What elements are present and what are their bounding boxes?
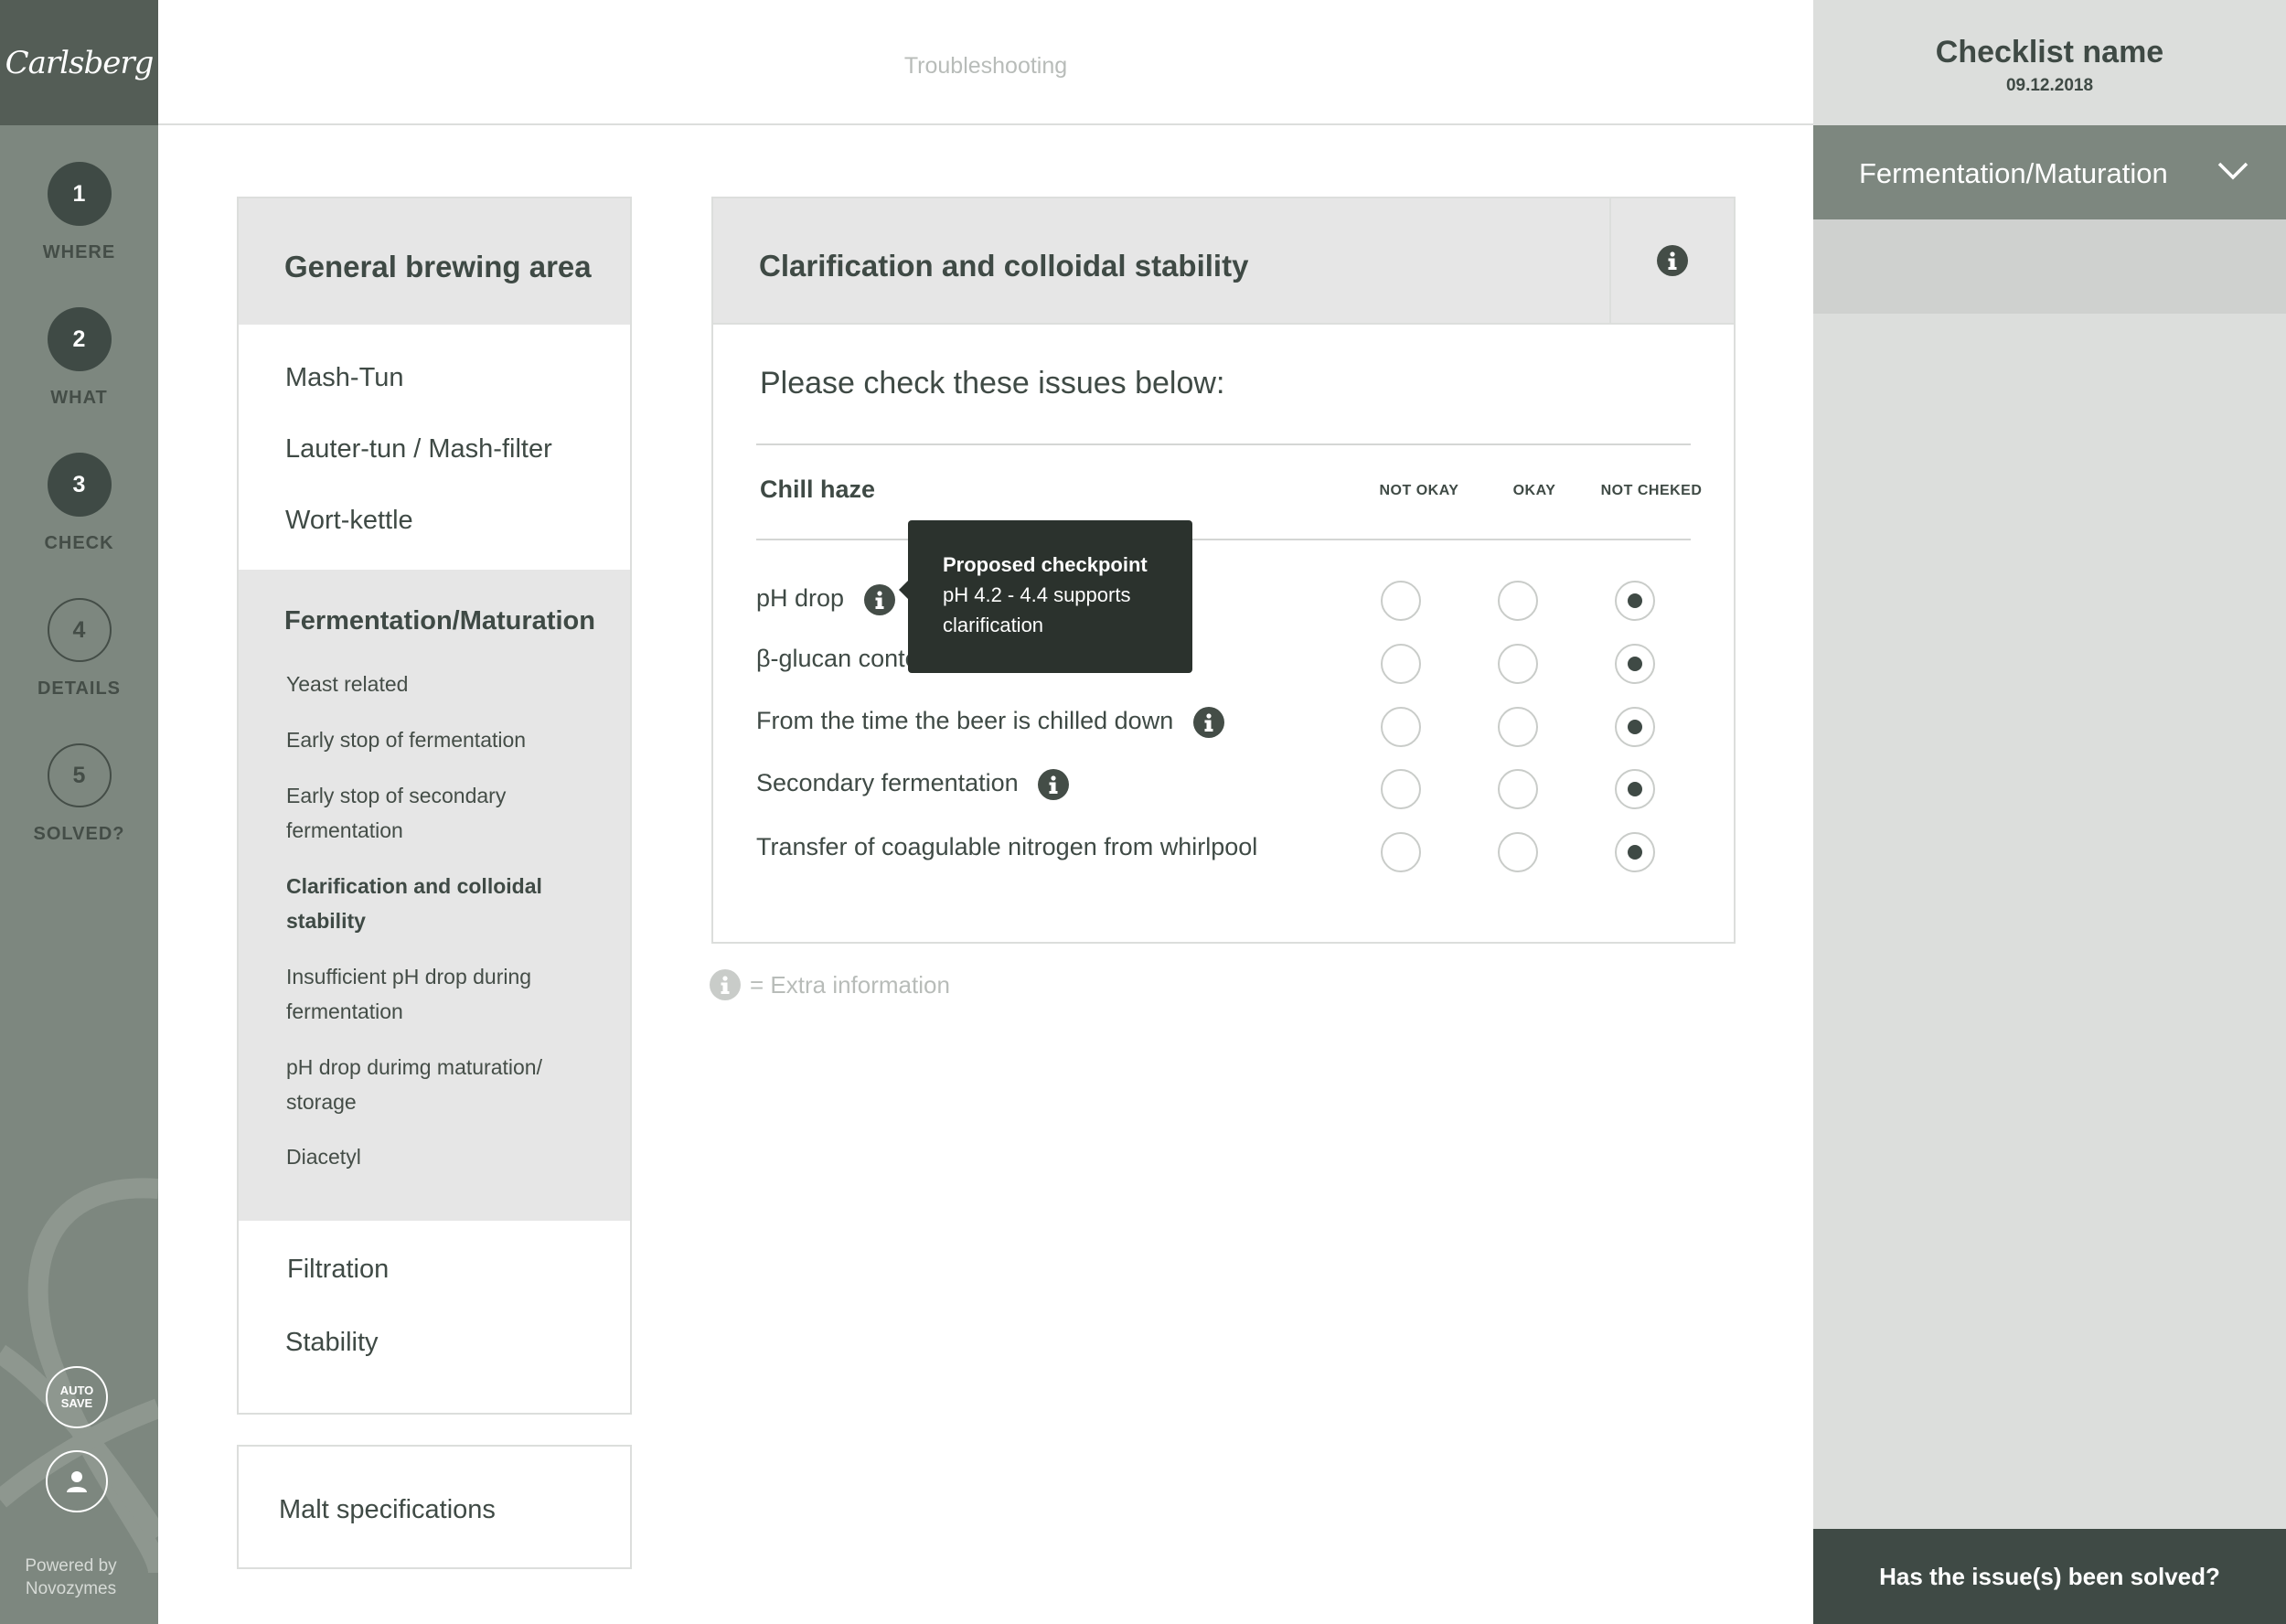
question-label: Secondary fermentation	[756, 769, 1019, 797]
chevron-down-icon	[2217, 162, 2249, 180]
step-what[interactable]: 2 WHAT	[0, 307, 158, 409]
tooltip-body: pH 4.2 - 4.4 supports clarification	[943, 583, 1131, 636]
checklist-name: Checklist name	[1935, 35, 2164, 69]
user-icon	[67, 1471, 87, 1492]
tooltip-proposed-checkpoint: Proposed checkpoint pH 4.2 - 4.4 support…	[899, 520, 1192, 673]
category-item-fermentation[interactable]: Fermentation/Maturation	[284, 606, 595, 636]
area-dropdown-value: Fermentation/Maturation	[1859, 157, 2168, 189]
powered-by-text: Powered by Novozymes	[25, 1556, 117, 1598]
right-panel: Checklist name 09.12.2018 Fermentation/M…	[1813, 0, 2286, 1624]
question-label: Transfer of coagulable nitrogen from whi…	[756, 833, 1258, 860]
step-5-circle: 5	[47, 743, 112, 807]
radio-not-checked[interactable]	[1615, 769, 1655, 809]
step-2-label: WHAT	[50, 388, 108, 408]
subcategory-early-stop-secondary[interactable]: Early stop of secondary fermentation	[286, 778, 561, 848]
radio-okay[interactable]	[1498, 832, 1538, 872]
card-instruction: Please check these issues below:	[760, 366, 1225, 401]
legend-text: = Extra information	[750, 970, 950, 999]
category-panel: General brewing area Mash-Tun Lauter-tun…	[237, 197, 632, 1415]
question-row-secondary-fermentation: Secondary fermentation	[756, 769, 1070, 800]
step-1-circle: 1	[47, 162, 112, 226]
autosave-label-1: AUTO	[59, 1384, 94, 1397]
tooltip-arrow	[899, 581, 908, 599]
info-icon	[1657, 245, 1688, 276]
card-title: Clarification and colloidal stability	[759, 249, 1249, 283]
category-expanded-fermentation: Fermentation/Maturation Yeast related Ea…	[239, 570, 630, 1221]
step-3-label: CHECK	[44, 533, 114, 553]
card-info-button[interactable]	[1609, 198, 1734, 323]
logo-text: Carlsberg	[5, 44, 155, 81]
step-1-label: WHERE	[42, 242, 116, 262]
step-where[interactable]: 1 WHERE	[0, 162, 158, 263]
autosave-button[interactable]: AUTO SAVE	[46, 1366, 108, 1428]
top-bar: Troubleshooting	[158, 0, 1813, 125]
radio-not-checked[interactable]	[1615, 644, 1655, 684]
carlsberg-logo[interactable]: Carlsberg	[0, 0, 158, 125]
subcategory-insufficient-ph-drop[interactable]: Insufficient pH drop during fermentation	[286, 959, 570, 1029]
question-row-coagulable-nitrogen: Transfer of coagulable nitrogen from whi…	[756, 833, 1257, 861]
malt-specifications-label: Malt specifications	[279, 1495, 496, 1524]
radio-not-okay[interactable]	[1381, 769, 1421, 809]
issue-solved-label: Has the issue(s) been solved?	[1879, 1562, 2220, 1590]
radio-okay[interactable]	[1498, 707, 1538, 747]
autosave-label-2: SAVE	[60, 1396, 93, 1410]
step-check[interactable]: 3 CHECK	[0, 453, 158, 554]
step-5-label: SOLVED?	[33, 824, 125, 844]
radio-not-okay[interactable]	[1381, 707, 1421, 747]
subcategory-yeast-related[interactable]: Yeast related	[286, 667, 606, 701]
issue-title: Chill haze	[760, 475, 876, 503]
step-4-label: DETAILS	[37, 678, 122, 699]
radio-not-okay[interactable]	[1381, 581, 1421, 621]
step-rail: Carlsberg 1 WHERE 2 WHAT 3 CHECK 4 DETAI…	[0, 0, 158, 1624]
radio-okay[interactable]	[1498, 769, 1538, 809]
question-label: From the time the beer is chilled down	[756, 707, 1174, 735]
category-item-wort-kettle[interactable]: Wort-kettle	[285, 506, 413, 536]
column-header-not-checked: NOT CHEKED	[1600, 483, 1703, 498]
question-row-ph-drop: pH drop	[756, 584, 895, 615]
info-icon[interactable]	[863, 584, 895, 615]
radio-not-checked[interactable]	[1615, 832, 1655, 872]
radio-okay[interactable]	[1498, 581, 1538, 621]
category-item-lauter-tun[interactable]: Lauter-tun / Mash-filter	[285, 434, 552, 465]
divider	[756, 443, 1691, 445]
checklist-card: Clarification and colloidal stability Pl…	[711, 197, 1736, 944]
info-icon	[710, 969, 741, 1000]
radio-not-checked[interactable]	[1615, 707, 1655, 747]
radio-not-checked[interactable]	[1615, 581, 1655, 621]
dropdown-placeholder-band	[1813, 219, 2286, 314]
category-header: General brewing area	[239, 198, 630, 325]
step-2-circle: 2	[47, 307, 112, 371]
issue-solved-button[interactable]: Has the issue(s) been solved?	[1813, 1529, 2286, 1624]
step-solved[interactable]: 5 SOLVED?	[0, 743, 158, 845]
checklist-date: 09.12.2018	[2005, 76, 2094, 95]
question-row-chilled-down: From the time the beer is chilled down	[756, 707, 1224, 738]
malt-specifications-box[interactable]: Malt specifications	[237, 1445, 632, 1569]
subcategory-ph-drop-maturation[interactable]: pH drop durimg maturation/ storage	[286, 1050, 579, 1119]
subcategory-clarification-selected[interactable]: Clarification and colloidal stability	[286, 869, 561, 938]
info-icon[interactable]	[1038, 769, 1070, 800]
checklist-header: Checklist name 09.12.2018	[1813, 0, 2286, 125]
step-3-circle: 3	[47, 453, 112, 517]
category-item-mash-tun[interactable]: Mash-Tun	[285, 363, 403, 393]
subcategory-early-stop-fermentation[interactable]: Early stop of fermentation	[286, 722, 606, 757]
radio-not-okay[interactable]	[1381, 644, 1421, 684]
radio-not-okay[interactable]	[1381, 832, 1421, 872]
profile-button[interactable]	[46, 1450, 108, 1512]
subcategory-diacetyl[interactable]: Diacetyl	[286, 1139, 606, 1174]
card-header: Clarification and colloidal stability	[713, 198, 1734, 325]
info-legend: = Extra information	[710, 969, 950, 1000]
divider	[756, 539, 1691, 540]
page-title: Troubleshooting	[903, 53, 1068, 79]
category-item-filtration[interactable]: Filtration	[287, 1255, 389, 1285]
area-dropdown[interactable]: Fermentation/Maturation	[1813, 125, 2286, 219]
step-details[interactable]: 4 DETAILS	[0, 598, 158, 700]
info-icon[interactable]	[1192, 707, 1224, 738]
radio-okay[interactable]	[1498, 644, 1538, 684]
question-label: pH drop	[756, 584, 845, 613]
tooltip-title: Proposed checkpoint	[943, 553, 1148, 576]
step-4-circle: 4	[47, 598, 112, 662]
category-item-stability[interactable]: Stability	[285, 1328, 379, 1358]
